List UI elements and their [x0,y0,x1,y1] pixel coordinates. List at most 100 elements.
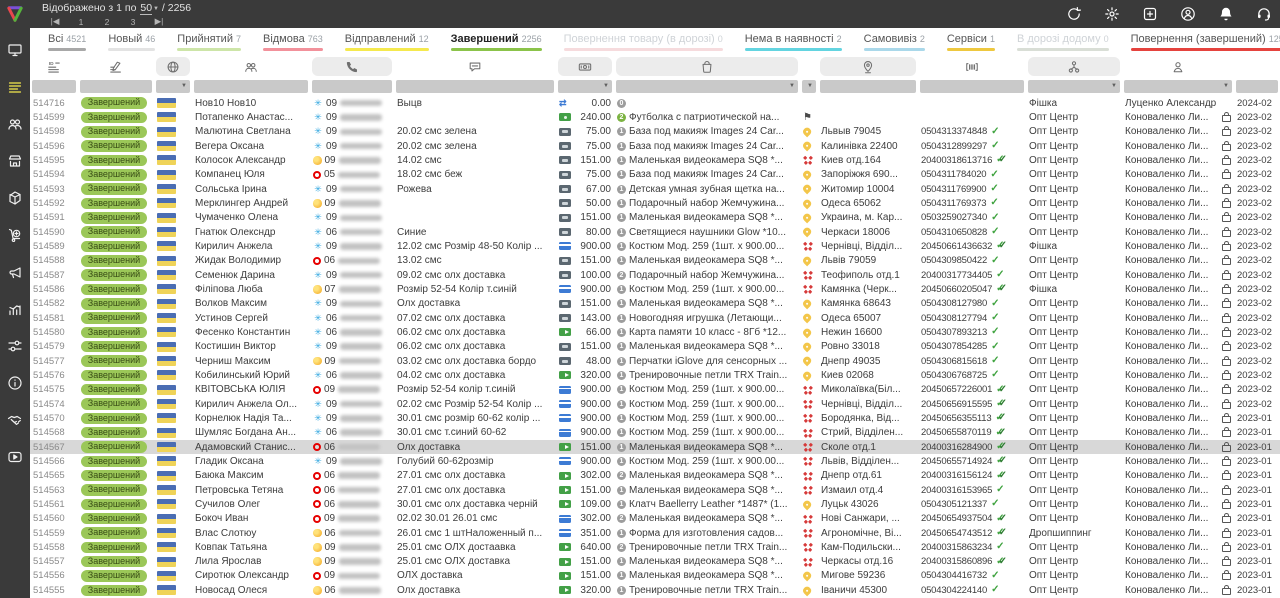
table-row[interactable]: 514560ЗавершенийБокоч Иван0902.02 30.01 … [30,512,1280,526]
sidebar-item-dashboard[interactable] [0,35,30,65]
add-button[interactable] [1142,6,1158,22]
table-row[interactable]: 514599ЗавершенийПотапенко Анастас...✳092… [30,110,1280,124]
table-row[interactable]: 514595ЗавершенийКолосок Александр0914.02… [30,153,1280,167]
filter-phone[interactable] [312,80,392,93]
table-row[interactable]: 514598ЗавершенийМалютина Светлана✳0920.0… [30,125,1280,139]
column-header-location[interactable] [818,55,918,78]
table-row[interactable]: 514580ЗавершенийФесенко Константин✳0606.… [30,325,1280,339]
table-row[interactable]: 514566ЗавершенийГладик Оксана✳09Голубий … [30,454,1280,468]
column-header-manager[interactable] [1122,55,1234,78]
page-last-button[interactable]: ▶| [146,16,172,27]
sidebar-item-orders[interactable] [0,72,30,102]
tab-5[interactable]: Відправлений12 [345,28,429,51]
page-2-button[interactable]: 2 [94,17,120,27]
filter-status[interactable] [80,80,152,93]
account-button[interactable] [1180,6,1196,22]
column-header-flag[interactable] [154,55,192,78]
table-row[interactable]: 514563ЗавершенийПетровська Тетяна0627.01… [30,483,1280,497]
column-header-status[interactable] [78,55,154,78]
filter-date[interactable] [1236,80,1278,93]
tab-6[interactable]: Завершений2256 [451,28,542,51]
table-row[interactable]: 514579ЗавершенийКостишин Виктор✳0906.02 … [30,340,1280,354]
filter-price[interactable]: ▼ [558,80,612,93]
table-row[interactable]: 514575ЗавершенийКВІТОВСЬКА ЮЛІЯ09Розмір … [30,383,1280,397]
table-row[interactable]: 514567ЗавершенийАдамовский Станис...06Ол… [30,440,1280,454]
table-row[interactable]: 514590ЗавершенийГнатюк Олексндр✳06Синие8… [30,225,1280,239]
tab-7[interactable]: Повернення товару (в дорозі)0 [564,28,723,51]
column-header-source[interactable] [1026,55,1122,78]
filter-id[interactable] [32,80,76,93]
sidebar-item-info[interactable] [0,368,30,398]
filter-location[interactable] [820,80,916,93]
table-row[interactable]: 514716ЗавершенийНов10 Нов10✳09Выцв⇄0.000… [30,96,1280,110]
tab-3[interactable]: Прийнятий7 [177,28,241,51]
column-header-tracking[interactable] [918,55,1026,78]
table-row[interactable]: 514558ЗавершенийКовпак Татьяна0925.01 см… [30,540,1280,554]
table-row[interactable]: 514587ЗавершенийСеменюк Дарина✳0909.02 с… [30,268,1280,282]
page-3-button[interactable]: 3 [120,17,146,27]
sidebar-item-products[interactable] [0,183,30,213]
notifications-button[interactable] [1218,6,1234,22]
table-row[interactable]: 514593ЗавершенийСольська Ірина✳09Рожева6… [30,182,1280,196]
column-header-name[interactable] [192,55,310,78]
column-header-deliv[interactable] [800,55,818,78]
filter-product[interactable]: ▼ [616,80,798,93]
sidebar-item-customers[interactable] [0,109,30,139]
column-header-price[interactable] [556,55,614,78]
table-row[interactable]: 514555ЗавершенийНовосад Олеся06Олх доста… [30,583,1280,597]
page-size-select[interactable]: 50 [140,2,152,15]
table-row[interactable]: 514581ЗавершенийУстинов Сергей✳0607.02 с… [30,311,1280,325]
table-row[interactable]: 514561ЗавершенийСучилов Олег0630.01 смс … [30,497,1280,511]
table-row[interactable]: 514574ЗавершенийКирилич Анжела Ол...✳090… [30,397,1280,411]
filter-flag[interactable]: ▼ [156,80,190,93]
table-row[interactable]: 514592ЗавершенийМерклингер Андрей0950.00… [30,196,1280,210]
filter-source[interactable]: ▼ [1028,80,1120,93]
filter-tracking[interactable] [920,80,1024,93]
table-row[interactable]: 514570ЗавершенийКорнелюк Надія Та...✳093… [30,411,1280,425]
sidebar-item-partners[interactable] [0,405,30,435]
table-row[interactable]: 514565ЗавершенийБаюка Максим0627.01 смс … [30,469,1280,483]
column-header-date[interactable] [1234,55,1280,78]
filter-deliv[interactable]: ▼ [802,80,816,93]
refresh-button[interactable] [1066,6,1082,22]
table-row[interactable]: 514582ЗавершенийВолков Максим✳09Олх дост… [30,297,1280,311]
table-row[interactable]: 514596ЗавершенийВегера Оксана✳0920.02 см… [30,139,1280,153]
table-row[interactable]: 514576ЗавершенийКобилинський Юрий✳0604.0… [30,368,1280,382]
tab-8[interactable]: Нема в наявності2 [745,28,842,51]
page-first-button[interactable]: |◀ [42,16,68,27]
column-header-product[interactable] [614,55,800,78]
filter-name[interactable] [194,80,308,93]
settings-button[interactable] [1104,6,1120,22]
sidebar-item-video[interactable] [0,442,30,472]
tab-11[interactable]: В дорозі додому0 [1017,28,1109,51]
column-header-comment[interactable] [394,55,556,78]
table-row[interactable]: 514594ЗавершенийКомпанец Юля0518.02 смс … [30,168,1280,182]
sidebar-item-shipments[interactable] [0,220,30,250]
table-row[interactable]: 514586ЗавершенийФіліпова Люба07Розмір 52… [30,282,1280,296]
table-row[interactable]: 514559ЗавершенийВлас Слотюу0626.01 смс 1… [30,526,1280,540]
tab-10[interactable]: Сервіси1 [947,28,995,51]
sidebar-item-preferences[interactable] [0,331,30,361]
sidebar-item-marketing[interactable] [0,257,30,287]
tab-4[interactable]: Відмова763 [263,28,323,51]
table-row[interactable]: 514589ЗавершенийКирилич Анжела✳0912.02 с… [30,239,1280,253]
table-row[interactable]: 514568ЗавершенийШумляс Богдана Ан...✳063… [30,426,1280,440]
sidebar-item-statistics[interactable] [0,294,30,324]
tab-2[interactable]: Новый46 [108,28,155,51]
page-1-button[interactable]: 1 [68,17,94,27]
support-button[interactable] [1256,6,1272,22]
table-row[interactable]: 514591ЗавершенийЧумаченко Олена✳09151.00… [30,211,1280,225]
tab-9[interactable]: Самовивіз2 [864,28,925,51]
app-logo-icon[interactable] [0,0,30,28]
table-row[interactable]: 514557ЗавершенийЛила Ярослав0925.01 смс … [30,555,1280,569]
tab-1[interactable]: Всі4521 [48,28,86,51]
filter-comment[interactable] [396,80,554,93]
filter-manager[interactable]: ▼ [1124,80,1232,93]
table-row[interactable]: 514577ЗавершенийЧерниш Максим0903.02 смс… [30,354,1280,368]
column-header-id[interactable]: ID [30,55,78,78]
table-row[interactable]: 514588ЗавершенийЖидак Володимир0613.02 с… [30,254,1280,268]
sidebar-item-store[interactable] [0,146,30,176]
tab-12[interactable]: Повернення (завершений)125 [1131,28,1280,51]
table-row[interactable]: 514556ЗавершенийСиротюк Олександр09ОЛХ д… [30,569,1280,583]
column-header-phone[interactable] [310,55,394,78]
